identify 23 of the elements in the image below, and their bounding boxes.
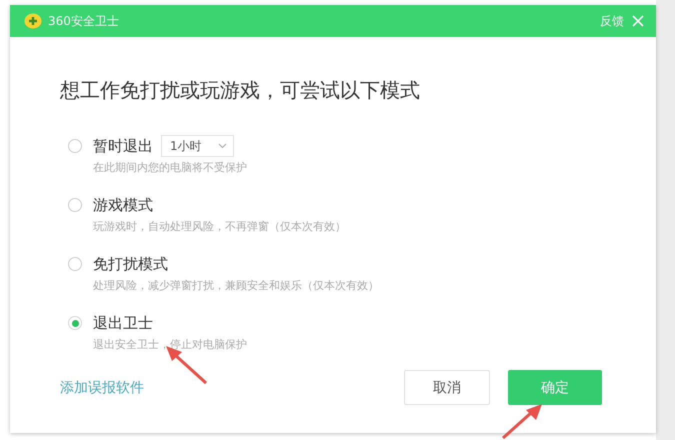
feedback-link[interactable]: 反馈	[600, 12, 624, 30]
option-description: 在此期间内您的电脑将不受保护	[93, 160, 248, 175]
radio-button[interactable]	[68, 198, 82, 212]
option-label: 暂时退出	[93, 136, 153, 156]
option-description: 退出安全卫士，停止对电脑保护	[93, 337, 248, 352]
dialog-heading: 想工作免打扰或玩游戏，可尝试以下模式	[60, 77, 421, 104]
radio-button[interactable]	[68, 257, 82, 271]
cancel-button[interactable]: 取消	[404, 370, 490, 405]
confirm-button[interactable]: 确定	[508, 370, 602, 405]
radio-button[interactable]	[68, 316, 82, 330]
add-false-positive-link[interactable]: 添加误报软件	[60, 378, 404, 396]
chevron-down-icon	[218, 143, 227, 149]
close-icon[interactable]	[632, 15, 644, 27]
option-label: 游戏模式	[93, 196, 153, 214]
option-description: 处理风险，减少弹窗打扰，兼顾安全和娱乐（仅本次有效）	[93, 278, 380, 293]
window-title: 360安全卫士	[48, 12, 120, 30]
logo-icon	[24, 13, 42, 29]
option-description: 玩游戏时，自动处理风险，不再弹窗（仅本次有效）	[93, 219, 347, 234]
option-label: 免打扰模式	[93, 254, 168, 274]
annotation-arrow	[500, 402, 544, 440]
duration-dropdown[interactable]: 1小时	[161, 135, 234, 157]
radio-button[interactable]	[68, 139, 82, 153]
option-label: 退出卫士	[93, 314, 153, 332]
